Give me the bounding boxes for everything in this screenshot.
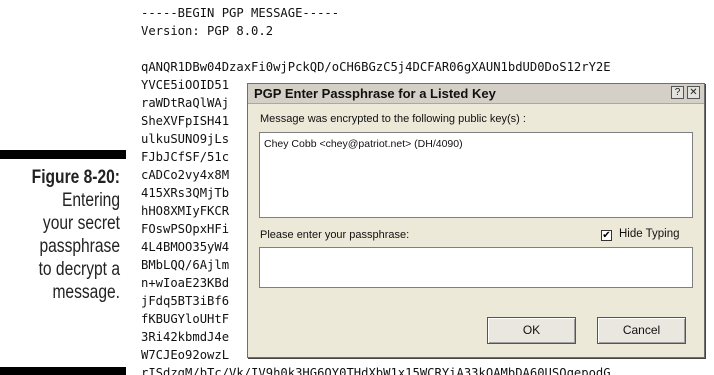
cancel-button[interactable]: Cancel — [597, 317, 686, 344]
hide-typing-checkbox[interactable]: ✔ — [601, 230, 612, 241]
caption-line: your secret — [42, 213, 120, 234]
pgp-line: YVCE5iOOID51 — [141, 78, 230, 92]
pgp-line: 4L4BMOO35yW4 — [141, 240, 230, 254]
pgp-line: FJbJCfSF/51c — [141, 150, 230, 164]
ok-button[interactable]: OK — [487, 317, 576, 344]
caption-line: message. — [52, 282, 120, 303]
pgp-line: cADCo2vy4x8M — [141, 168, 230, 182]
pgp-line: jFdq5BT3iBf6 — [141, 294, 230, 308]
pgp-line: BMbLQQ/6Ajlm — [141, 258, 230, 272]
caption-top-rule — [0, 150, 126, 159]
caption-line: to decrypt a — [38, 259, 120, 280]
passphrase-dialog: PGP Enter Passphrase for a Listed Key ? … — [247, 83, 705, 358]
caption-line: Entering — [61, 190, 120, 211]
dialog-titlebar[interactable]: PGP Enter Passphrase for a Listed Key ? … — [248, 84, 704, 104]
passphrase-input[interactable] — [259, 247, 693, 288]
caption-line: passphrase — [39, 236, 120, 257]
pgp-line: 415XRs3QMjTb — [141, 186, 230, 200]
pgp-line: rISdzgM/bTc/Vk/IV9h0k3HG6OY0THdXbW1x15WC… — [141, 366, 611, 375]
recipient-key-list[interactable]: Chey Cobb <chey@patriot.net> (DH/4090) — [259, 132, 693, 218]
pgp-line: SheXVFpISH41 — [141, 114, 230, 128]
recipient-key-item[interactable]: Chey Cobb <chey@patriot.net> (DH/4090) — [264, 138, 463, 150]
close-icon[interactable]: ✕ — [687, 86, 700, 99]
pgp-line: raWDtRaQlWAj — [141, 96, 230, 110]
pgp-line: hHO8XMIyFKCR — [141, 204, 230, 218]
figure-number: Figure 8-20: — [31, 167, 121, 188]
pgp-line: FOswPSOpxHFi — [141, 222, 230, 236]
pgp-line: Version: PGP 8.0.2 — [141, 24, 274, 38]
hide-typing-label: Hide Typing — [619, 228, 680, 240]
pgp-line: 3Ri42kbmdJ4e — [141, 330, 230, 344]
passphrase-label: Please enter your passphrase: — [260, 229, 410, 241]
pgp-line: fKBUGYloUHtF — [141, 312, 230, 326]
pgp-line: qANQR1DBw04DzaxFi0wjPckQD/oCH6BGzC5j4DCF… — [141, 60, 611, 74]
pgp-line: -----BEGIN PGP MESSAGE----- — [141, 6, 340, 20]
help-icon[interactable]: ? — [671, 86, 684, 99]
caption-bottom-rule — [0, 367, 126, 375]
dialog-title: PGP Enter Passphrase for a Listed Key — [254, 86, 496, 101]
pgp-line: n+wIoaE23KBd — [141, 276, 230, 290]
pgp-line: ulkuSUNO9jLs — [141, 132, 230, 146]
figure-caption: Figure 8-20: Entering your secret passph… — [22, 166, 120, 304]
encrypted-to-label: Message was encrypted to the following p… — [260, 113, 526, 125]
pgp-line: W7CJEo92owzL — [141, 348, 230, 362]
